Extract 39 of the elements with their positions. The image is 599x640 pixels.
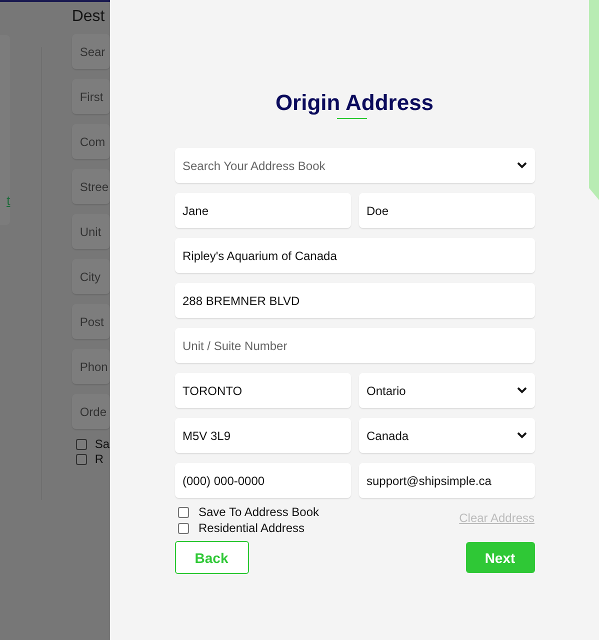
background-checkbox[interactable]	[76, 454, 87, 464]
background-field[interactable]: Unit	[72, 214, 110, 249]
panel-title: Origin Address	[275, 90, 434, 116]
checkbox-label: Sa	[94, 437, 110, 451]
input-field[interactable]: M5V 3L9	[174, 418, 350, 453]
back-button[interactable]: Back	[174, 541, 248, 574]
select-field[interactable]: Search Your Address Book	[174, 148, 534, 183]
checkbox-label: Residential Address	[198, 521, 305, 535]
checkbox-label: R	[94, 452, 104, 466]
title-underline	[336, 118, 366, 119]
checkbox-label: Save To Address Book	[198, 505, 320, 519]
background-field[interactable]: Phon	[72, 349, 110, 384]
input-field[interactable]: Jane	[174, 193, 350, 228]
background-field[interactable]: Post	[72, 304, 110, 339]
checkbox[interactable]	[178, 506, 188, 518]
background-heading: Dest	[72, 8, 106, 26]
background-checkbox[interactable]	[76, 438, 87, 450]
checkbox[interactable]	[178, 522, 188, 534]
select-field[interactable]: Ontario	[358, 373, 534, 408]
input-field[interactable]: Unit / Suite Number	[174, 328, 534, 363]
background-field[interactable]: City	[72, 259, 110, 294]
input-field[interactable]: Doe	[358, 193, 534, 228]
background-field[interactable]: Stree	[72, 169, 110, 204]
next-button[interactable]: Next	[466, 542, 534, 573]
input-field[interactable]: (000) 000-0000	[174, 463, 350, 498]
select-field[interactable]: Canada	[358, 418, 534, 453]
input-field[interactable]: support@shipsimple.ca	[358, 463, 534, 498]
background-field[interactable]: Orde	[72, 394, 110, 429]
chevron-down-icon	[516, 432, 526, 439]
background-link[interactable]: t	[6, 193, 10, 208]
chevron-down-icon	[516, 162, 526, 169]
input-field[interactable]: Ripley's Aquarium of Canada	[174, 238, 534, 273]
clear-address-link[interactable]: Clear Address	[459, 511, 534, 535]
input-field[interactable]: 288 BREMNER BLVD	[174, 283, 534, 318]
chevron-down-icon	[516, 387, 526, 394]
background-field[interactable]: Sear	[72, 34, 110, 69]
background-field[interactable]: Com	[72, 124, 110, 159]
input-field[interactable]: TORONTO	[174, 373, 350, 408]
background-field[interactable]: First	[72, 79, 110, 114]
